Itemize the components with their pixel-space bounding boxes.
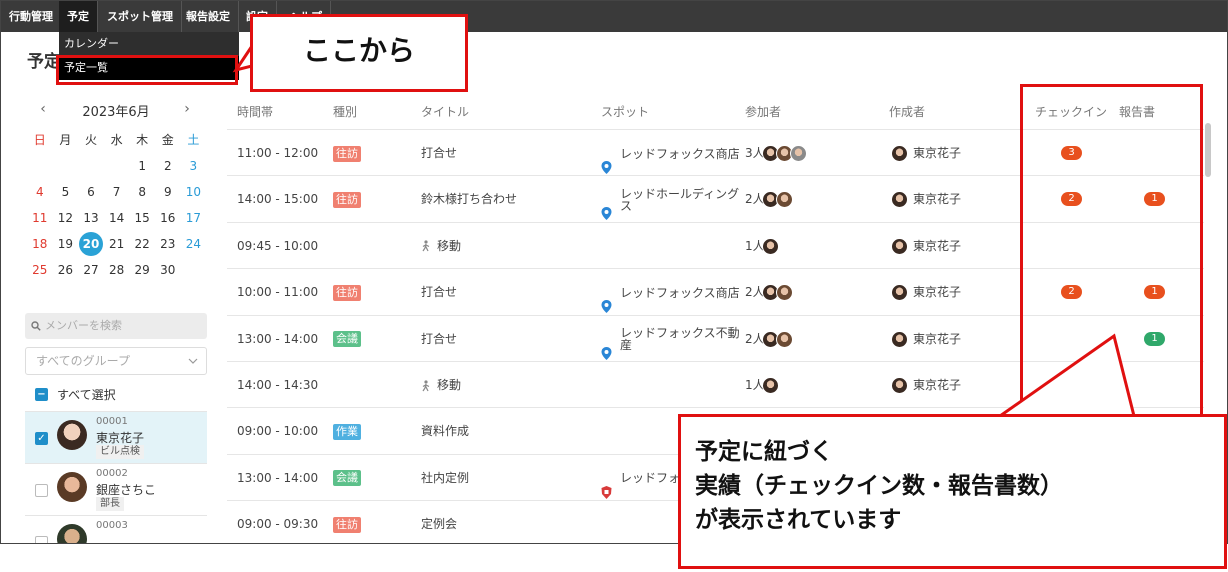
annotation-start-text: ここから: [302, 34, 415, 67]
annotation-result-text: 予定に紐づく 実績（チェックイン数・報告書数） が表示されています: [695, 435, 1063, 537]
annotation-start-here: ここから: [250, 14, 468, 92]
annotation-line: 実績（チェックイン数・報告書数）: [695, 473, 1063, 499]
annotation-line: 予定に紐づく: [695, 439, 833, 465]
annotation-result: 予定に紐づく 実績（チェックイン数・報告書数） が表示されています: [678, 414, 1227, 569]
annotation-line: が表示されています: [695, 507, 902, 533]
